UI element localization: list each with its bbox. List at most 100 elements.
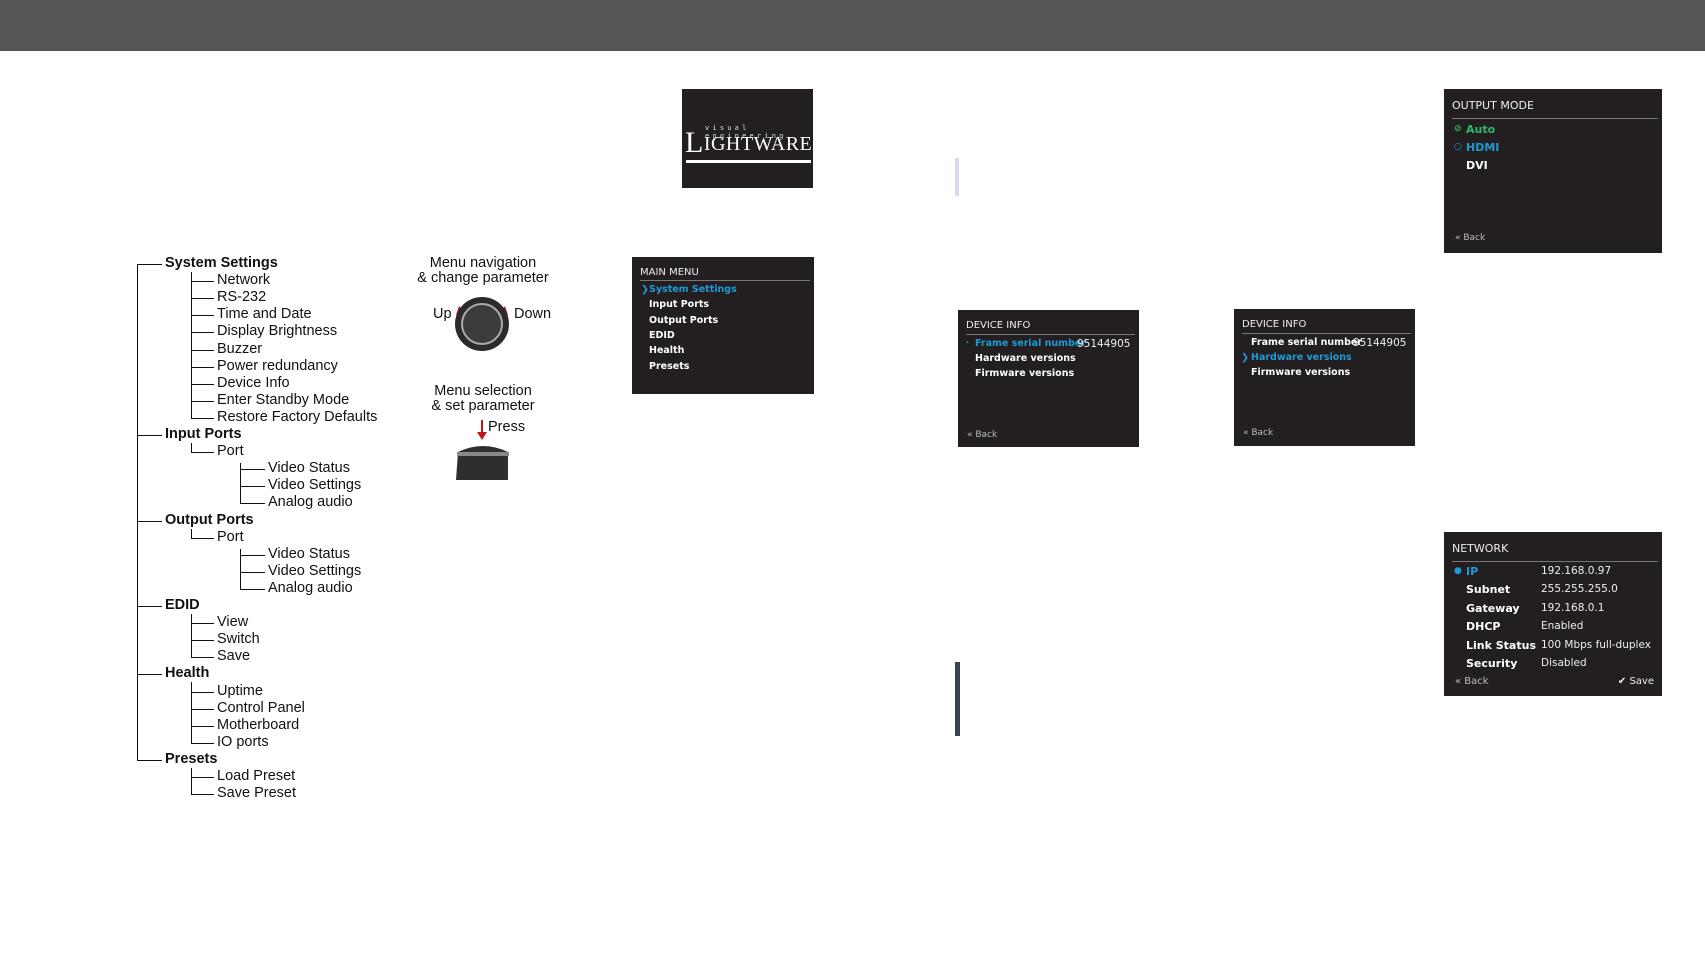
tree-connector: [191, 623, 214, 625]
tree-connector: [191, 777, 214, 778]
tree-connector: [191, 349, 214, 351]
check-circle-icon: ⊘: [1454, 124, 1462, 134]
network-label[interactable]: DHCP: [1466, 620, 1500, 633]
tree-connector: [191, 640, 214, 642]
tree-connector: [240, 486, 265, 488]
tree-connector: [191, 298, 192, 317]
save-button[interactable]: ✔ Save: [1618, 676, 1654, 687]
back-button[interactable]: « Back: [1455, 233, 1485, 243]
tree-connector: [137, 264, 162, 265]
main-menu-item[interactable]: System Settings: [649, 284, 737, 295]
tree-connector: [191, 332, 192, 351]
main-menu-item[interactable]: Output Ports: [649, 315, 718, 326]
menu-item-frame-serial[interactable]: Frame serial number: [1251, 337, 1362, 348]
tree-item: Video Settings: [268, 477, 362, 494]
main-menu-screen: MAIN MENU ❯ System Settings Input Ports Ou…: [632, 257, 814, 394]
tree-connector: [240, 571, 241, 590]
press-arrow-icon: [477, 420, 487, 440]
tree-connector: [191, 708, 192, 727]
main-menu-item[interactable]: Input Ports: [649, 299, 709, 310]
device-info-title: DEVICE INFO: [1242, 319, 1307, 330]
main-menu-item[interactable]: Presets: [649, 361, 689, 372]
tree-connector: [191, 281, 214, 283]
menu-item-frame-serial[interactable]: Frame serial number: [975, 338, 1086, 349]
tree-connector: [191, 708, 214, 710]
option-auto[interactable]: Auto: [1466, 123, 1495, 136]
tree-item: Switch: [217, 631, 260, 648]
network-title: NETWORK: [1452, 542, 1509, 555]
tree-item: Control Panel: [217, 699, 305, 716]
tree-connector: [240, 554, 265, 556]
tree-item: Motherboard: [217, 716, 300, 733]
network-label[interactable]: Security: [1466, 657, 1517, 670]
tree-connector: [240, 486, 241, 505]
tree-connector: [137, 264, 138, 761]
back-button[interactable]: « Back: [1455, 676, 1489, 687]
tree-connector: [191, 315, 192, 334]
device-info-screen-2: DEVICE INFO Frame serial number 95144905…: [1234, 309, 1415, 446]
knob-down-label: Down: [514, 306, 552, 322]
tree-item: Save: [217, 648, 251, 665]
tree-connector: [137, 606, 162, 607]
tree-item: Video Settings: [268, 562, 362, 579]
main-menu-item[interactable]: Health: [649, 345, 684, 356]
tree-connector: [191, 332, 214, 334]
tree-connector: [137, 520, 162, 522]
network-screen: NETWORK ● IP 192.168.0.97 Subnet 255.255.25…: [1444, 532, 1662, 696]
tree-connector: [191, 657, 214, 659]
tree-connector: [191, 400, 192, 419]
main-menu-item[interactable]: EDID: [649, 330, 675, 341]
margin-marker: [955, 662, 960, 736]
tree-item: Buzzer: [217, 340, 263, 357]
tree-connector: [191, 691, 214, 693]
tree-item: View: [217, 614, 249, 631]
tree-item: Network: [217, 272, 271, 289]
serial-value: 95144905: [1077, 338, 1131, 350]
menu-item-firmware-versions[interactable]: Firmware versions: [1251, 367, 1350, 378]
back-button[interactable]: « Back: [1243, 428, 1273, 438]
tree-connector: [191, 417, 214, 419]
tree-connector: [240, 588, 265, 590]
network-value: Enabled: [1541, 620, 1584, 633]
network-value: 192.168.0.97: [1541, 565, 1612, 577]
tree-item: Device Info: [217, 374, 290, 391]
tree-item: System Settings: [165, 255, 278, 271]
tree-item: Enter Standby Mode: [217, 391, 350, 408]
tree-item: Time and Date: [217, 306, 312, 323]
network-label[interactable]: Subnet: [1466, 583, 1510, 596]
option-dvi[interactable]: DVI: [1466, 159, 1488, 172]
device-info-title: DEVICE INFO: [966, 320, 1031, 331]
network-value: Disabled: [1541, 657, 1587, 669]
tree-item: Analog audio: [268, 579, 353, 596]
network-label[interactable]: IP: [1466, 565, 1478, 578]
tree-connector: [137, 674, 162, 676]
tree-item: Input Ports: [165, 426, 242, 442]
tree-connector: [191, 366, 214, 368]
menu-item-firmware-versions[interactable]: Firmware versions: [975, 368, 1074, 379]
tree-connector: [191, 281, 192, 300]
menu-item-hardware-versions[interactable]: Hardware versions: [975, 353, 1076, 364]
tree-connector: [137, 435, 162, 436]
tree-item: Power redundancy: [217, 357, 338, 374]
rotary-knob-icon: [455, 297, 509, 351]
tree-connector: [191, 349, 192, 368]
tree-connector: [191, 452, 214, 454]
menu-item-hardware-versions[interactable]: Hardware versions: [1251, 352, 1352, 363]
back-button[interactable]: « Back: [967, 430, 997, 440]
network-label[interactable]: Gateway: [1466, 602, 1520, 615]
option-hdmi[interactable]: HDMI: [1466, 141, 1499, 154]
tree-item: RS-232: [217, 289, 267, 306]
output-mode-screen: OUTPUT MODE ⊘ Auto ○ HDMI DVI « Back: [1444, 89, 1662, 253]
tree-connector: [240, 554, 241, 573]
push-knob-icon: [456, 446, 509, 480]
device-info-screen-1: DEVICE INFO · Frame serial number 951449…: [958, 310, 1139, 447]
tree-connector: [191, 298, 214, 300]
tree-connector: [191, 366, 192, 385]
tree-item: Video Status: [268, 545, 350, 562]
tree-item: Analog audio: [268, 494, 353, 511]
tree-item: Presets: [165, 750, 218, 767]
network-label[interactable]: Link Status: [1466, 639, 1536, 652]
tree-item: Load Preset: [217, 768, 296, 784]
tree-item: EDID: [165, 597, 200, 613]
knob-nav-caption: Menu navigation & change parameter: [417, 255, 549, 286]
